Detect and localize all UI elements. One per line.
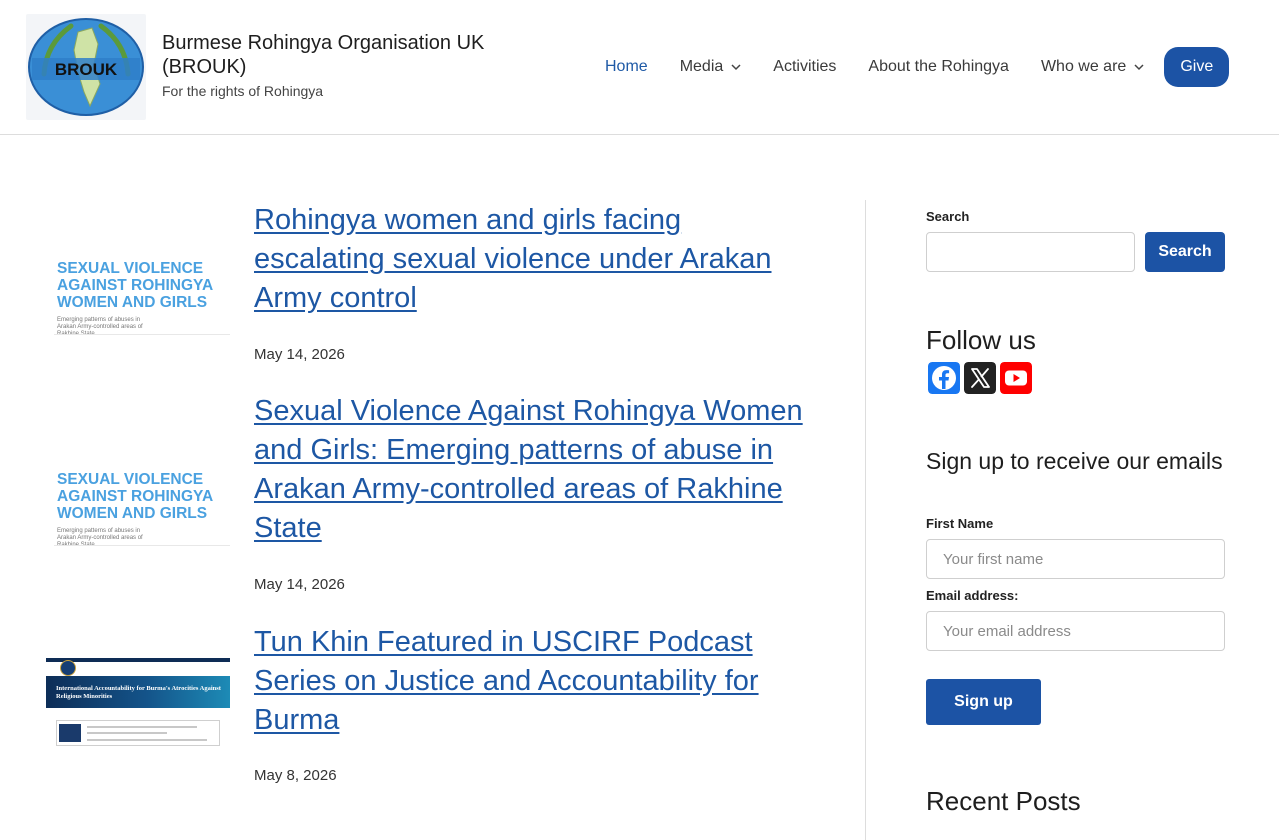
thumb-banner-text: International Accountability for Burma's… [56, 685, 221, 700]
thumb-line-deco [87, 739, 207, 741]
nav-home[interactable]: Home [589, 58, 664, 76]
youtube-icon[interactable] [1000, 362, 1032, 394]
email-label: Email address: [926, 588, 1019, 603]
recent-posts-title: Recent Posts [926, 786, 1081, 816]
search-button[interactable]: Search [1145, 232, 1225, 272]
nav-about[interactable]: About the Rohingya [852, 58, 1025, 76]
give-button[interactable]: Give [1164, 47, 1230, 87]
brouk-logo[interactable]: BROUK [26, 14, 146, 120]
chevron-down-icon[interactable] [1134, 62, 1144, 72]
uscirf-seal-icon [60, 660, 76, 676]
nav-about-label: About the Rohingya [868, 58, 1009, 75]
post-thumbnail[interactable]: International Accountability for Burma's… [46, 658, 230, 750]
chevron-down-icon[interactable] [731, 62, 741, 72]
post-title-link[interactable]: Rohingya women and girls facing escalati… [254, 201, 814, 318]
post-thumbnail[interactable]: SEXUAL VIOLENCE AGAINST ROHINGYA WOMEN A… [54, 257, 230, 337]
podcast-logo-icon [59, 724, 81, 742]
facebook-icon[interactable] [928, 362, 960, 394]
site-title[interactable]: Burmese Rohingya Organisation UK (BROUK) [162, 31, 492, 79]
post-date: May 14, 2026 [254, 346, 345, 363]
post-title-link[interactable]: Sexual Violence Against Rohingya Women a… [254, 392, 814, 548]
nav-activities-label: Activities [773, 58, 837, 75]
nav-media[interactable]: Media [664, 58, 758, 76]
nav-who-label: Who we are [1040, 58, 1127, 75]
thumb-line: AGAINST ROHINGYA [57, 277, 214, 294]
thumb-line: SEXUAL VIOLENCE [57, 260, 204, 277]
x-icon[interactable] [964, 362, 996, 394]
nav-who-we-are[interactable]: Who we are [1025, 58, 1160, 76]
signup-button[interactable]: Sign up [926, 679, 1041, 725]
nav-activities[interactable]: Activities [757, 58, 852, 76]
first-name-field[interactable] [926, 539, 1225, 579]
main-nav: Home Media Activities About the Rohingya… [589, 47, 1230, 87]
follow-us-title: Follow us [926, 325, 1036, 355]
nav-home-label: Home [605, 58, 648, 75]
search-input[interactable] [926, 232, 1135, 272]
post-title-link[interactable]: Tun Khin Featured in USCIRF Podcast Seri… [254, 623, 814, 740]
site-header: BROUK Burmese Rohingya Organisation UK (… [0, 0, 1279, 135]
sidebar-divider [865, 200, 866, 840]
thumb-line: WOMEN AND GIRLS [57, 505, 208, 522]
thumb-line-deco [87, 726, 197, 728]
signup-title: Sign up to receive our emails [926, 448, 1223, 474]
post-thumbnail[interactable]: SEXUAL VIOLENCE AGAINST ROHINGYA WOMEN A… [54, 468, 230, 548]
search-label: Search [926, 209, 970, 224]
thumb-divider [54, 545, 230, 546]
thumb-line: SEXUAL VIOLENCE [57, 471, 204, 488]
first-name-label: First Name [926, 516, 994, 531]
logo-graphic: BROUK [28, 18, 144, 116]
nav-media-label: Media [679, 58, 724, 75]
post-date: May 14, 2026 [254, 576, 345, 593]
thumb-line: AGAINST ROHINGYA [57, 488, 214, 505]
post-date: May 8, 2026 [254, 767, 337, 784]
thumb-line: WOMEN AND GIRLS [57, 294, 208, 311]
site-tagline: For the rights of Rohingya [162, 83, 324, 99]
thumb-podcast-card [56, 720, 220, 746]
thumb-divider [54, 334, 230, 335]
email-field[interactable] [926, 611, 1225, 651]
logo-text: BROUK [55, 60, 118, 79]
thumb-line-deco [87, 732, 167, 734]
